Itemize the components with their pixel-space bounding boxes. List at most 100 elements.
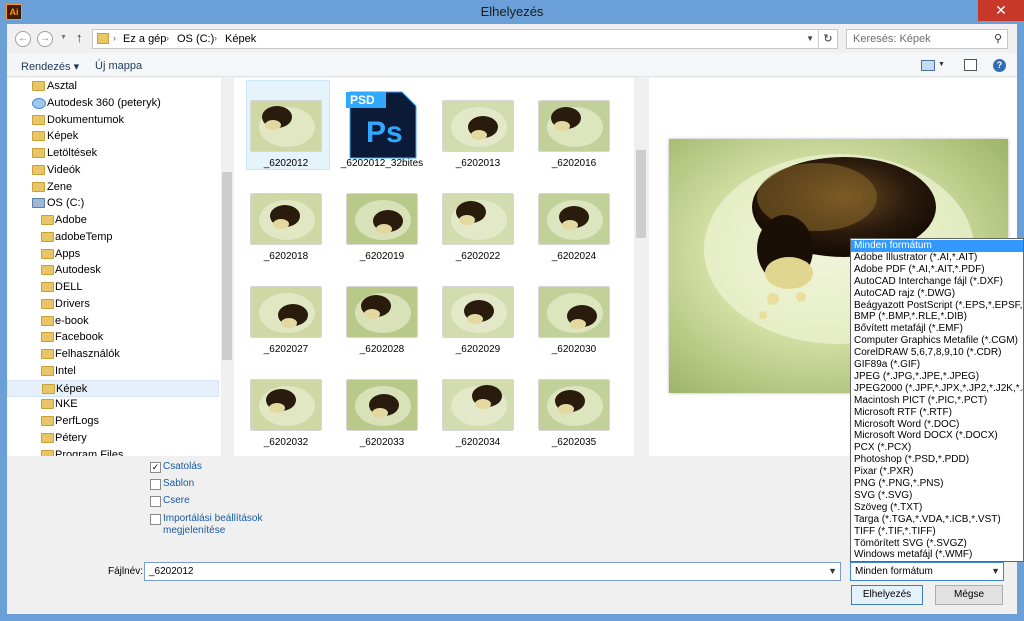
filename-input[interactable]: _6202012 ▼ xyxy=(144,562,841,581)
sidebar-item[interactable]: Zene xyxy=(7,179,219,196)
file-name-label[interactable]: _6202013 xyxy=(430,158,526,169)
file-list-scrollbar-thumb[interactable] xyxy=(636,150,646,238)
file-thumbnail[interactable] xyxy=(538,193,610,245)
filetype-option[interactable]: Microsoft Word (*.DOC) xyxy=(851,419,1023,431)
sidebar-item[interactable]: OS (C:) xyxy=(7,195,219,212)
file-thumbnail[interactable]: PSD Ps xyxy=(346,90,418,160)
filetype-option[interactable]: Szöveg (*.TXT) xyxy=(851,502,1023,514)
option-label[interactable]: Sablon xyxy=(163,478,194,489)
filetype-option[interactable]: Computer Graphics Metafile (*.CGM) xyxy=(851,335,1023,347)
file-name-label[interactable]: _6202019 xyxy=(334,251,430,262)
file-name-label[interactable]: _6202022 xyxy=(430,251,526,262)
sidebar-item[interactable]: Képek xyxy=(7,379,219,397)
recent-locations-chevron-icon[interactable]: ▼ xyxy=(60,34,67,41)
filetype-option[interactable]: PCX (*.PCX) xyxy=(851,442,1023,454)
sidebar-item[interactable]: Felhasználók xyxy=(7,346,219,363)
breadcrumb-item[interactable]: OS (C:) xyxy=(177,33,214,45)
sidebar-item[interactable]: Képek xyxy=(7,128,219,145)
sidebar-item[interactable]: Asztal xyxy=(7,78,219,95)
filetype-option[interactable]: AutoCAD rajz (*.DWG) xyxy=(851,288,1023,300)
sidebar-item[interactable]: Autodesk 360 (peteryk) xyxy=(7,95,219,112)
filetype-option[interactable]: Photoshop (*.PSD,*.PDD) xyxy=(851,454,1023,466)
option-label[interactable]: Csere xyxy=(163,495,190,506)
filetype-option[interactable]: TIFF (*.TIF,*.TIFF) xyxy=(851,526,1023,538)
file-name-label[interactable]: _6202029 xyxy=(430,344,526,355)
sidebar-item[interactable]: e-book xyxy=(7,313,219,330)
new-folder-button[interactable]: Új mappa xyxy=(95,60,142,72)
sidebar-item[interactable]: Letöltések xyxy=(7,145,219,162)
sidebar-item[interactable]: Program Files xyxy=(7,447,219,456)
sidebar-item[interactable]: Videók xyxy=(7,162,219,179)
breadcrumb-item[interactable]: Képek xyxy=(225,33,256,45)
filetype-option[interactable]: JPEG2000 (*.JPF,*.JPX,*.JP2,*.J2K,*.J2C,… xyxy=(851,383,1023,395)
filetype-option[interactable]: Beágyazott PostScript (*.EPS,*.EPSF,*.PS… xyxy=(851,300,1023,312)
option-checkbox[interactable] xyxy=(150,479,161,490)
option-label[interactable]: Importálási beállítások xyxy=(163,513,263,524)
navigation-scrollbar-thumb[interactable] xyxy=(222,172,232,360)
file-name-label[interactable]: _6202028 xyxy=(334,344,430,355)
filetype-option[interactable]: Adobe Illustrator (*.AI,*.AIT) xyxy=(851,252,1023,264)
file-thumbnail[interactable] xyxy=(250,100,322,152)
file-name-label[interactable]: _6202033 xyxy=(334,437,430,448)
view-dropdown-chevron-icon[interactable]: ▼ xyxy=(938,61,945,68)
filetype-option[interactable]: SVG (*.SVG) xyxy=(851,490,1023,502)
refresh-icon[interactable]: ↻ xyxy=(818,29,838,49)
option-checkbox[interactable] xyxy=(150,514,161,525)
filename-dropdown-chevron-icon[interactable]: ▼ xyxy=(828,566,837,576)
filetype-option[interactable]: Pixar (*.PXR) xyxy=(851,466,1023,478)
sidebar-item[interactable]: adobeTemp xyxy=(7,229,219,246)
filetype-option[interactable]: Windows metafájl (*.WMF) xyxy=(851,549,1023,561)
file-name-label[interactable]: _6202018 xyxy=(238,251,334,262)
filetype-option[interactable]: Microsoft RTF (*.RTF) xyxy=(851,407,1023,419)
back-arrow-icon[interactable]: ← xyxy=(15,31,31,47)
forward-arrow-icon[interactable]: → xyxy=(37,31,53,47)
organize-button[interactable]: Rendezés ▾ xyxy=(21,60,79,73)
help-icon[interactable]: ? xyxy=(993,59,1006,72)
file-name-label[interactable]: _6202027 xyxy=(238,344,334,355)
filetype-option[interactable]: GIF89a (*.GIF) xyxy=(851,359,1023,371)
cancel-button[interactable]: Mégse xyxy=(935,585,1003,605)
file-name-label[interactable]: _6202024 xyxy=(526,251,622,262)
file-name-label[interactable]: _6202016 xyxy=(526,158,622,169)
filetype-option[interactable]: Bővített metafájl (*.EMF) xyxy=(851,323,1023,335)
sidebar-item[interactable]: NKE xyxy=(7,396,219,413)
filetype-option[interactable]: BMP (*.BMP,*.RLE,*.DIB) xyxy=(851,311,1023,323)
filetype-option[interactable]: Tömörített SVG (*.SVGZ) xyxy=(851,538,1023,550)
file-thumbnail[interactable] xyxy=(538,100,610,152)
filetype-option[interactable]: Macintosh PICT (*.PIC,*.PCT) xyxy=(851,395,1023,407)
file-thumbnail[interactable] xyxy=(442,379,514,431)
filetype-option[interactable]: Microsoft Word DOCX (*.DOCX) xyxy=(851,430,1023,442)
up-arrow-icon[interactable]: ↑ xyxy=(76,30,83,45)
file-thumbnail[interactable] xyxy=(538,379,610,431)
sidebar-item[interactable]: PerfLogs xyxy=(7,413,219,430)
file-name-label[interactable]: _6202012_32bites xyxy=(334,158,430,169)
address-bar[interactable]: › Ez a gép › OS (C:) › Képek ▼ xyxy=(92,29,819,49)
option-label-line2[interactable]: megjelenítése xyxy=(163,525,225,536)
file-name-label[interactable]: _6202030 xyxy=(526,344,622,355)
filetype-select[interactable]: Minden formátum ▼ xyxy=(850,562,1004,581)
preview-pane-icon[interactable] xyxy=(964,59,977,71)
file-thumbnail[interactable] xyxy=(442,286,514,338)
filetype-option[interactable]: PNG (*.PNG,*.PNS) xyxy=(851,478,1023,490)
file-thumbnail[interactable] xyxy=(250,193,322,245)
sidebar-item[interactable]: Adobe xyxy=(7,212,219,229)
file-name-label[interactable]: _6202032 xyxy=(238,437,334,448)
file-thumbnail[interactable] xyxy=(346,193,418,245)
file-name-label[interactable]: _6202034 xyxy=(430,437,526,448)
filetype-option[interactable]: Adobe PDF (*.AI,*.AIT,*.PDF) xyxy=(851,264,1023,276)
file-thumbnail[interactable] xyxy=(250,286,322,338)
file-name-label[interactable]: _6202012 xyxy=(238,158,334,169)
sidebar-item[interactable]: Dokumentumok xyxy=(7,112,219,129)
file-thumbnail[interactable] xyxy=(250,379,322,431)
filetype-option[interactable]: JPEG (*.JPG,*.JPE,*.JPEG) xyxy=(851,371,1023,383)
filetype-chevron-icon[interactable]: ▼ xyxy=(991,566,1000,576)
sidebar-item[interactable]: Autodesk xyxy=(7,262,219,279)
file-list-scrollbar[interactable] xyxy=(634,78,648,456)
file-thumbnail[interactable] xyxy=(442,100,514,152)
file-thumbnail[interactable] xyxy=(442,193,514,245)
filetype-option[interactable]: Minden formátum xyxy=(851,240,1023,252)
filetype-option[interactable]: AutoCAD Interchange fájl (*.DXF) xyxy=(851,276,1023,288)
sidebar-item[interactable]: Pétery xyxy=(7,430,219,447)
sidebar-item[interactable]: DELL xyxy=(7,279,219,296)
filetype-option[interactable]: Targa (*.TGA,*.VDA,*.ICB,*.VST) xyxy=(851,514,1023,526)
